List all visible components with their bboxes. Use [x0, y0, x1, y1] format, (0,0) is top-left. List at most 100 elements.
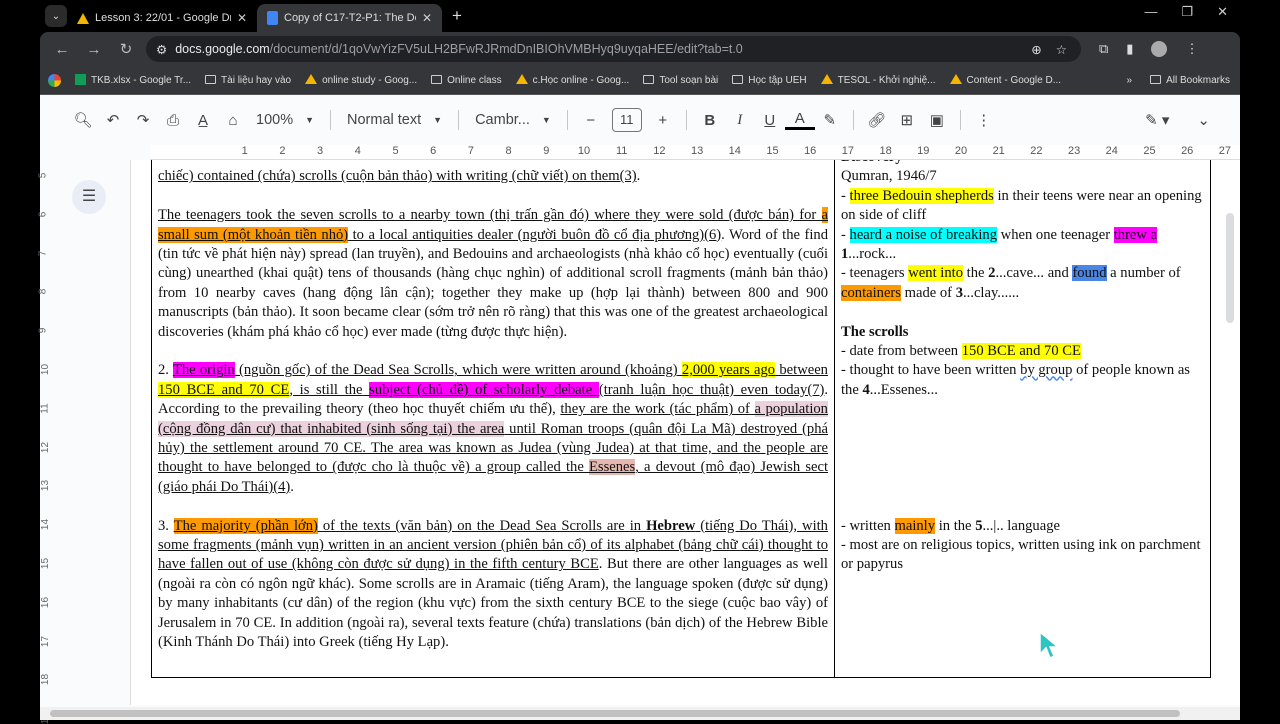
ruler-number: 9 — [37, 327, 49, 334]
redo-icon[interactable]: ↷ — [128, 111, 158, 129]
vertical-scrollbar[interactable] — [1226, 213, 1234, 323]
close-tab-icon[interactable]: ✕ — [237, 11, 247, 25]
style-select[interactable]: Normal text ▼ — [339, 112, 450, 128]
search-menus-icon[interactable]: 🔍︎ — [68, 111, 98, 129]
highlighted-text: threw a — [1113, 226, 1158, 243]
paragraph[interactable]: - three Bedouin shepherds in their teens… — [841, 187, 1204, 226]
paragraph[interactable]: The teenagers took the seven scrolls to … — [158, 206, 828, 342]
paragraph[interactable] — [841, 420, 1204, 439]
bookmark-item[interactable]: TESOL - Khởi nghiệ... — [820, 74, 936, 86]
highlight-icon[interactable]: ✎ — [815, 111, 845, 129]
paragraph[interactable]: - heard a noise of breaking when one tee… — [841, 226, 1204, 265]
insert-image-icon[interactable]: ▣ — [922, 111, 952, 129]
paragraph[interactable]: Discovery — [841, 160, 1204, 167]
add-comment-icon[interactable]: ⊞ — [892, 111, 922, 129]
increase-font-size-icon[interactable]: + — [648, 112, 678, 129]
font-size-input[interactable]: 11 — [611, 108, 642, 132]
zoom-icon[interactable]: ⊕ — [1031, 42, 1041, 57]
tab-google-drive[interactable]: Lesson 3: 22/01 - Google Drive ✕ — [67, 4, 257, 32]
decrease-font-size-icon[interactable]: − — [576, 112, 606, 129]
reload-icon[interactable]: ↻ — [116, 40, 136, 58]
collapse-menus-icon[interactable]: ⌄ — [1197, 111, 1210, 129]
tab-google-docs[interactable]: Copy of C17-T2-P1: The Dead S ✕ — [257, 4, 442, 32]
paragraph[interactable]: - thought to have been written by group … — [841, 361, 1204, 400]
link-icon[interactable]: 🔗︎ — [862, 111, 892, 129]
zoom-select[interactable]: 100% ▼ — [248, 112, 322, 128]
paragraph[interactable]: Qumran, 1946/7 — [841, 167, 1204, 186]
italic-button[interactable]: I — [725, 112, 755, 129]
ruler-number: 7 — [467, 145, 474, 157]
highlighted-text: The majority (phần lớn) — [173, 517, 318, 534]
minimize-icon[interactable]: — — [1144, 4, 1157, 20]
ruler-number: 24 — [1105, 145, 1118, 157]
text-run: a number of — [1106, 265, 1181, 282]
bookmark-item[interactable]: online study - Goog... — [305, 74, 417, 86]
paragraph[interactable]: - date from between 150 BCE and 70 CE — [841, 342, 1204, 361]
notes-column[interactable]: Discovery Qumran, 1946/7 - three Bedouin s… — [835, 160, 1210, 677]
paragraph[interactable]: - most are on religious topics, written … — [841, 536, 1204, 575]
bookmark-item[interactable]: Học tập UEH — [732, 74, 807, 86]
paragraph[interactable] — [841, 439, 1204, 458]
undo-icon[interactable]: ↶ — [98, 111, 128, 129]
font-select[interactable]: Cambr... ▼ — [467, 112, 559, 128]
bookmark-star-icon[interactable]: ☆ — [1056, 42, 1067, 57]
text-color-button[interactable]: A — [784, 110, 815, 130]
bookmark-label: Tool soạn bài — [659, 74, 719, 86]
bookmark-label: Tài liệu hay vào — [221, 74, 292, 86]
paragraph[interactable]: 3. The majority (phần lớn) of the texts … — [158, 517, 828, 653]
scrollbar-thumb[interactable] — [50, 710, 1180, 717]
text-run: chiếc) contained (chứa) scrolls (cuộn bả… — [158, 168, 637, 185]
print-icon[interactable]: ⎙ — [158, 112, 188, 129]
horizontal-ruler[interactable]: 1 2 3 4 5 6 7 8 9 10 11 12 13 14 15 16 17 18 19 20 21 22 23 24 2… — [150, 145, 1240, 160]
bookmark-item[interactable]: Tool soạn bài — [643, 74, 719, 86]
bookmark-item[interactable]: Tài liệu hay vào — [205, 74, 292, 86]
forward-icon[interactable]: → — [84, 41, 104, 58]
bookmark-item[interactable]: Content - Google D... — [949, 74, 1061, 86]
paint-format-icon[interactable]: ⌂ — [218, 112, 248, 129]
editing-mode-icon[interactable]: ✎ ▾ — [1145, 111, 1169, 129]
more-icon[interactable]: ⋮ — [969, 111, 999, 129]
paragraph[interactable] — [841, 478, 1204, 497]
paragraph[interactable]: 2. The origin (nguồn gốc) of the Dead Se… — [158, 361, 828, 497]
paragraph[interactable]: - written mainly in the 5...|.. language — [841, 517, 1204, 536]
new-tab-button[interactable]: + — [452, 6, 462, 26]
restore-icon[interactable]: ❐ — [1181, 4, 1193, 20]
more-bookmarks-button[interactable]: » — [1127, 75, 1133, 86]
document-page[interactable]: chiếc) contained (chứa) scrolls (cuộn bả… — [130, 160, 1240, 705]
side-panel-icon[interactable]: ▮ — [1126, 41, 1133, 57]
paragraph[interactable]: chiếc) contained (chứa) scrolls (cuộn bả… — [158, 167, 828, 186]
paragraph[interactable] — [841, 458, 1204, 477]
text-run: - date from between — [841, 343, 962, 360]
bookmark-item[interactable]: TKB.xlsx - Google Tr... — [75, 74, 191, 86]
close-window-icon[interactable]: ✕ — [1217, 4, 1228, 20]
document-outline-icon[interactable]: ☰ — [72, 180, 106, 214]
paragraph[interactable]: - teenagers went into the 2...cave... an… — [841, 264, 1204, 303]
paragraph[interactable] — [841, 497, 1204, 516]
paragraph[interactable] — [841, 303, 1204, 322]
close-tab-icon[interactable]: ✕ — [422, 11, 432, 25]
text-run: to a local antiquities dealer (người buô… — [348, 226, 722, 243]
google-icon[interactable] — [48, 73, 61, 87]
bold-button[interactable]: B — [695, 112, 725, 129]
profile-avatar[interactable] — [1151, 41, 1168, 57]
spellcheck-icon[interactable]: A̲ — [188, 112, 218, 129]
underline-button[interactable]: U — [755, 112, 785, 129]
bookmark-item[interactable]: Online class — [431, 74, 502, 86]
menu-icon[interactable]: ⋮ — [1185, 41, 1198, 57]
back-icon[interactable]: ← — [52, 41, 72, 58]
paragraph[interactable] — [841, 400, 1204, 419]
url-path: /document/d/1qoVwYizFV5uLH2BFwRJRmdDnIBI… — [269, 42, 743, 56]
document-table: chiếc) contained (chứa) scrolls (cuộn bả… — [151, 160, 1211, 678]
text-run: ...rock... — [848, 246, 897, 263]
horizontal-scrollbar[interactable] — [40, 707, 1240, 720]
paragraph[interactable]: The scrolls — [841, 323, 1204, 342]
passage-column[interactable]: chiếc) contained (chứa) scrolls (cuộn bả… — [152, 160, 835, 677]
text-run: 3. — [158, 517, 174, 534]
site-info-icon[interactable]: ⚙ — [156, 42, 167, 57]
vertical-ruler[interactable]: 5678910111213141516171819 — [37, 160, 51, 724]
all-bookmarks-button[interactable]: All Bookmarks — [1150, 74, 1230, 86]
extensions-icon[interactable]: ⧉ — [1099, 41, 1108, 57]
address-input[interactable]: ⚙ docs.google.com/document/d/1qoVwYizFV5… — [146, 36, 1081, 62]
bookmark-item[interactable]: c.Học online - Goog... — [515, 74, 629, 86]
tab-search-button[interactable]: ⌄ — [45, 5, 67, 27]
